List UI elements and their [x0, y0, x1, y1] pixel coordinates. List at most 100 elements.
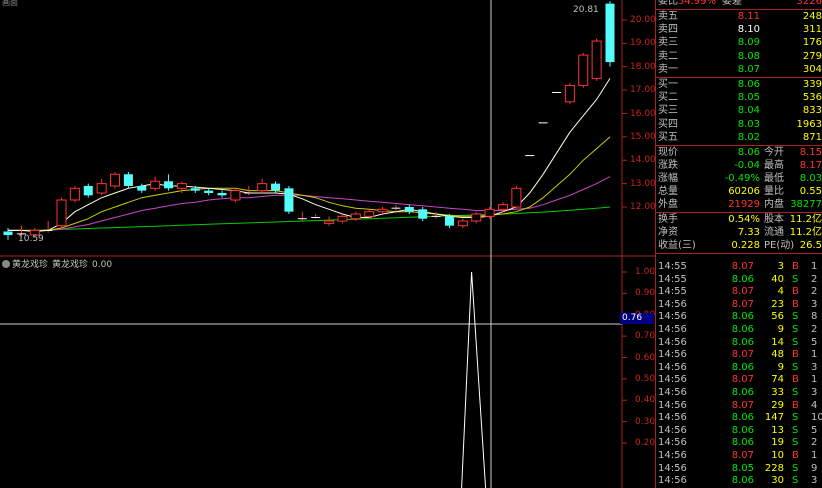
quote-label: 涨幅	[658, 173, 678, 184]
ask-row[interactable]: 卖四 8.10 311	[656, 23, 822, 36]
price-axis-label: 14.00	[630, 155, 656, 166]
tick-price: 8.06	[731, 412, 754, 424]
candle	[230, 188, 241, 203]
tick-price: 8.07	[731, 261, 754, 272]
candle-body-up	[377, 208, 388, 213]
ask-row[interactable]: 卖二 8.08 279	[656, 50, 822, 63]
tick-time: 14:56	[658, 412, 687, 424]
quote-row: 涨幅 -0.49% 最低 8.03	[656, 172, 822, 185]
bid-price: 8.03	[737, 118, 760, 130]
quote-value: -0.49%	[724, 173, 760, 184]
bid-volume: 339	[802, 79, 822, 90]
candle	[110, 171, 121, 189]
tick-time: 14:56	[658, 450, 687, 461]
tick-price: 8.06	[731, 437, 754, 449]
tick-volume: 3	[777, 261, 784, 272]
ask-label: 卖三	[658, 37, 678, 49]
tick-count: 1	[811, 261, 818, 272]
quote-value: 8.06	[737, 147, 760, 158]
tick-side: S	[792, 462, 799, 474]
bid-row[interactable]: 买一 8.06 339	[656, 78, 822, 91]
candle	[591, 38, 602, 81]
tick-time: 14:56	[658, 361, 687, 373]
tick-count: 3	[811, 361, 818, 373]
tick-volume: 48	[771, 349, 784, 361]
candle-body-up	[176, 183, 187, 189]
tick-volume: 10	[771, 450, 784, 461]
ask-label: 卖一	[658, 63, 678, 75]
bid-price: 8.04	[737, 105, 760, 117]
tick-count: 1	[811, 374, 818, 386]
stats-value: 0.54%	[728, 214, 760, 225]
bid-row[interactable]: 买五 8.02 871	[656, 131, 822, 144]
bid-row[interactable]: 买三 8.04 833	[656, 104, 822, 117]
tick-volume: 14	[771, 336, 784, 348]
panel-separator-line	[656, 253, 822, 254]
stats-label: 净资	[658, 227, 678, 238]
ask-price: 8.09	[737, 37, 760, 49]
bid-volume: 536	[802, 92, 822, 104]
ask-row[interactable]: 卖五 8.11 248	[656, 10, 822, 23]
tick-row: 14:56 8.05 228 S 9	[656, 462, 822, 475]
tick-side: B	[792, 450, 799, 461]
tick-time: 14:56	[658, 349, 687, 361]
tick-price: 8.06	[731, 475, 754, 487]
indicator-name[interactable]: 黄龙戏珍	[12, 260, 48, 270]
quote-label: 外盘	[658, 199, 678, 210]
bid-row[interactable]: 买四 8.03 1963	[656, 118, 822, 131]
kline-chart[interactable]: 画面 20.81 10.59 20.00 19.00 18.00 17.00 16.00…	[0, 0, 656, 488]
indicator-menu-icon[interactable]	[2, 260, 10, 268]
max-price-label: 20.81	[573, 5, 599, 15]
stats-label-2: 流通	[764, 227, 784, 238]
tick-count: 2	[811, 437, 818, 449]
ask-volume: 279	[802, 50, 822, 62]
tick-volume: 74	[771, 374, 784, 386]
ask-label: 卖四	[658, 24, 678, 36]
price-axis-label: 15.00	[630, 131, 656, 142]
tick-time: 14:56	[658, 437, 687, 449]
tick-count: 3	[811, 298, 818, 310]
candle	[578, 52, 589, 88]
ask-price: 8.08	[737, 50, 760, 62]
ask-row[interactable]: 卖三 8.09 176	[656, 36, 822, 49]
quote-label-2: 最高	[764, 160, 784, 171]
tick-side: S	[792, 324, 799, 335]
quote-label: 涨跌	[658, 160, 678, 171]
tick-volume: 40	[771, 273, 784, 285]
tick-time: 14:56	[658, 324, 687, 335]
price-axis-label: 20.00	[630, 15, 656, 25]
tick-row: 14:56 8.07 29 B 4	[656, 399, 822, 412]
candle-body-up	[69, 187, 80, 201]
candle-body-up	[364, 211, 375, 217]
bid-volume: 871	[802, 131, 822, 143]
ask-row[interactable]: 卖一 8.07 304	[656, 63, 822, 76]
ask-label: 卖五	[658, 11, 678, 22]
tick-row: 14:56 8.07 74 B 1	[656, 373, 822, 386]
quote-value-2: 0.55	[799, 186, 822, 197]
candle-body-up	[350, 213, 361, 220]
candle-body-down	[444, 216, 454, 226]
stats-label-2: PE(动)	[764, 240, 795, 251]
chart-canvas[interactable]	[0, 0, 655, 488]
bid-volume: 833	[802, 105, 822, 117]
cursor-value-tag: 0.76	[620, 313, 654, 324]
quote-label-2: 今开	[764, 147, 784, 158]
tick-time: 14:56	[658, 298, 687, 310]
candle-body-down	[204, 190, 214, 193]
quote-row: 外盘 21929 内盘 38277	[656, 198, 822, 211]
price-axis-label: 18.00	[630, 61, 656, 72]
tick-volume: 4	[777, 286, 784, 298]
ask-volume: 176	[802, 37, 822, 49]
bid-row[interactable]: 买二 8.05 536	[656, 91, 822, 104]
bid-price: 8.05	[737, 92, 760, 104]
tick-row: 14:56 8.07 10 B 1	[656, 449, 822, 462]
candle-body-down	[605, 3, 615, 63]
tick-price: 8.06	[731, 324, 754, 335]
quote-row: 涨跌 -0.04 最高 8.17	[656, 159, 822, 172]
candle-body-up	[96, 183, 107, 194]
candle-body-down	[284, 188, 294, 212]
bid-price: 8.02	[737, 131, 760, 143]
tick-row: 14:56 8.06 13 S 5	[656, 424, 822, 437]
quote-panel: 委比 54.99% 委差 3226 卖五 8.11 248 卖四 8.10 311 卖三 8.09 17…	[656, 0, 822, 488]
tick-volume: 19	[771, 437, 784, 449]
